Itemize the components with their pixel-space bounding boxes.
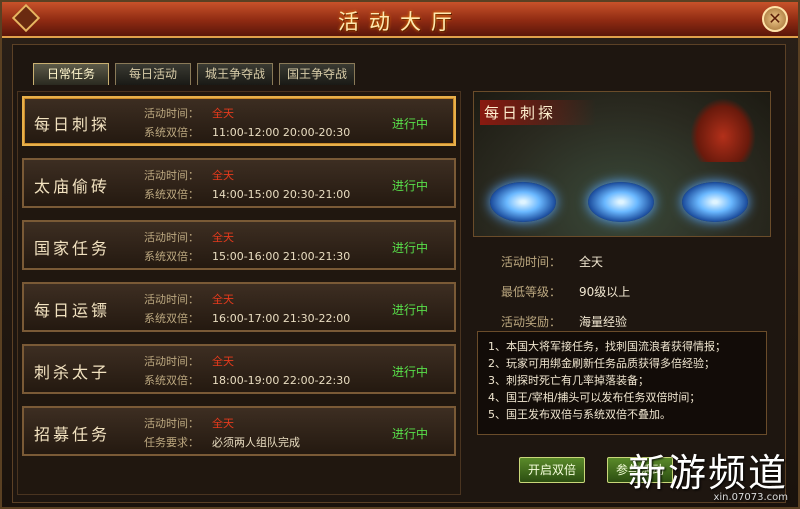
task-row[interactable]: 每日运镖 活动时间： 全天 系统双倍： 16:00-17:00 21:30-22:0… (22, 282, 456, 332)
time-label: 活动时间： (144, 231, 199, 244)
task-name: 每日运镖 (34, 301, 111, 320)
teleport-portal-icon (682, 182, 748, 222)
activity-hall-window: 活动大厅 ✕ 日常任务 每日活动 城王争夺战 国王争夺战 每日刺探 活动时间： 全… (0, 0, 800, 509)
info-reward: 活动奖励： 海量经验 (501, 313, 627, 330)
info-value: 海量经验 (579, 315, 628, 329)
task-row[interactable]: 招募任务 活动时间： 全天 任务要求： 必须两人组队完成 进行中 (22, 406, 456, 456)
task-row[interactable]: 太庙偷砖 活动时间： 全天 系统双倍： 14:00-15:00 20:30-21:0… (22, 158, 456, 208)
task-name: 招募任务 (34, 425, 111, 444)
info-activity-time: 活动时间： 全天 (501, 253, 603, 270)
left-ornament-icon (11, 3, 41, 33)
task-name: 国家任务 (34, 239, 111, 258)
double-label: 系统双倍： (144, 188, 199, 201)
note-line: 4、国王/宰相/捕头可以发布任务双倍时间； (488, 391, 701, 404)
requirement-label: 任务要求： (144, 436, 199, 449)
task-name: 刺杀太子 (34, 363, 111, 382)
activity-scene-image: 每日刺探 (473, 91, 771, 237)
double-value: 18:00-19:00 22:00-22:30 (212, 374, 351, 387)
detail-panel: 每日刺探 活动时间： 全天 最低等级： 90级以上 活动奖励： 海量经验 1、本国大将… (473, 91, 773, 495)
info-value: 全天 (579, 255, 604, 269)
double-label: 系统双倍： (144, 312, 199, 325)
requirement-value: 必须两人组队完成 (212, 436, 300, 449)
time-label: 活动时间： (144, 107, 199, 120)
double-label: 系统双倍： (144, 126, 199, 139)
time-value: 全天 (212, 107, 234, 120)
info-key: 活动时间： (501, 255, 562, 269)
status-text: 进行中 (391, 241, 428, 255)
info-key: 最低等级： (501, 285, 562, 299)
time-value: 全天 (212, 169, 234, 182)
mounted-general-icon (690, 98, 756, 162)
tab-city-king-battle[interactable]: 城王争夺战 (197, 63, 273, 85)
task-list: 每日刺探 活动时间： 全天 系统双倍： 11:00-12:00 20:00-20:3… (17, 91, 461, 495)
teleport-portal-icon (588, 182, 654, 222)
task-name: 太庙偷砖 (34, 177, 111, 196)
task-row[interactable]: 每日刺探 活动时间： 全天 系统双倍： 11:00-12:00 20:00-20:3… (22, 96, 456, 146)
note-line: 1、本国大将军接任务，找刺国流浪者获得情报； (488, 340, 726, 353)
site-watermark: 新游频道 xin.07073.com (628, 453, 788, 503)
status-text: 进行中 (391, 427, 428, 441)
task-row[interactable]: 刺杀太子 活动时间： 全天 系统双倍： 18:00-19:00 22:00-22:3… (22, 344, 456, 394)
info-min-level: 最低等级： 90级以上 (501, 283, 630, 300)
title-bar[interactable]: 活动大厅 ✕ (2, 2, 798, 38)
note-line: 5、国王发布双倍与系统双倍不叠加。 (488, 408, 671, 421)
tab-daily-tasks[interactable]: 日常任务 (33, 63, 109, 85)
double-value: 14:00-15:00 20:30-21:00 (212, 188, 351, 201)
scene-title: 每日刺探 (480, 100, 597, 125)
time-value: 全天 (212, 355, 234, 368)
watermark-main: 新游频道 (627, 451, 788, 495)
note-line: 2、玩家可用绑金刷新任务品质获得多倍经验； (488, 357, 715, 370)
double-value: 11:00-12:00 20:00-20:30 (212, 126, 351, 139)
time-value: 全天 (212, 417, 234, 430)
time-label: 活动时间： (144, 355, 199, 368)
enable-double-button[interactable]: 开启双倍 (519, 457, 585, 483)
note-line: 3、刺探时死亡有几率掉落装备； (488, 374, 649, 387)
double-value: 15:00-16:00 21:00-21:30 (212, 250, 351, 263)
tab-daily-activities[interactable]: 每日活动 (115, 63, 191, 85)
teleport-portal-icon (490, 182, 556, 222)
status-text: 进行中 (391, 179, 428, 193)
double-label: 系统双倍： (144, 374, 199, 387)
content-panel: 日常任务 每日活动 城王争夺战 国王争夺战 每日刺探 活动时间： 全天 系统双倍：… (12, 44, 786, 503)
double-label: 系统双倍： (144, 250, 199, 263)
status-text: 进行中 (391, 117, 428, 131)
rules-notes: 1、本国大将军接任务，找刺国流浪者获得情报； 2、玩家可用绑金刷新任务品质获得多… (477, 331, 767, 435)
double-value: 16:00-17:00 21:30-22:00 (212, 312, 351, 325)
info-key: 活动奖励： (501, 315, 562, 329)
time-label: 活动时间： (144, 293, 199, 306)
task-name: 每日刺探 (34, 115, 111, 134)
window-title: 活动大厅 (338, 10, 462, 34)
status-text: 进行中 (391, 365, 428, 379)
info-value: 90级以上 (579, 285, 631, 299)
time-value: 全天 (212, 293, 234, 306)
time-label: 活动时间： (144, 169, 199, 182)
close-button[interactable]: ✕ (762, 6, 788, 32)
status-text: 进行中 (391, 303, 428, 317)
time-value: 全天 (212, 231, 234, 244)
task-row[interactable]: 国家任务 活动时间： 全天 系统双倍： 15:00-16:00 21:00-21:3… (22, 220, 456, 270)
time-label: 活动时间： (144, 417, 199, 430)
tab-king-battle[interactable]: 国王争夺战 (279, 63, 355, 85)
